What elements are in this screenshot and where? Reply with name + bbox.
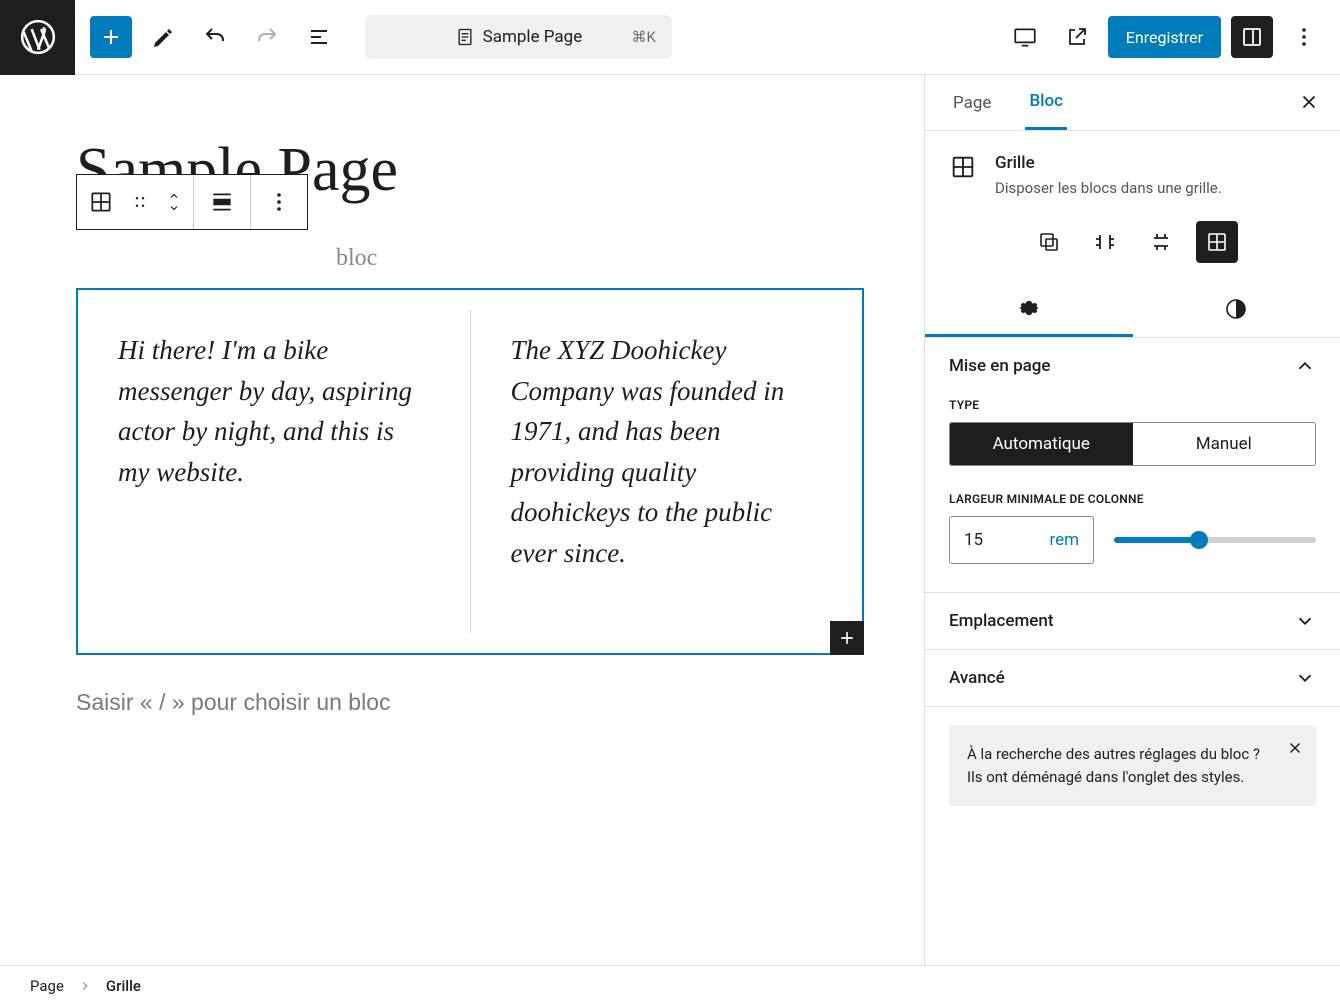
grid-cell[interactable]: The XYZ Doohickey Company was founded in… xyxy=(471,290,863,653)
block-placeholder-text: bloc xyxy=(336,230,864,286)
min-width-label: LARGEUR MINIMALE DE COLONNE xyxy=(949,492,1316,506)
type-label: TYPE xyxy=(949,398,1316,412)
grid-icon xyxy=(949,153,977,197)
styles-hint-notice: À la recherche des autres réglages du bl… xyxy=(949,725,1316,806)
settings-panel-toggle[interactable] xyxy=(1231,16,1273,58)
block-inserter-button[interactable] xyxy=(90,16,132,58)
styles-subtab[interactable] xyxy=(1133,281,1340,337)
drag-handle[interactable] xyxy=(125,175,155,229)
block-options-button[interactable] xyxy=(251,175,307,229)
command-shortcut: ⌘K xyxy=(631,28,655,46)
page-icon xyxy=(455,27,475,47)
transform-stack-button[interactable] xyxy=(1140,221,1182,263)
view-button[interactable] xyxy=(1004,16,1046,58)
redo-button[interactable] xyxy=(246,16,288,58)
document-title: Sample Page xyxy=(483,27,583,47)
grid-cell[interactable]: Hi there! I'm a bike messenger by day, a… xyxy=(78,290,470,653)
gear-icon xyxy=(1016,295,1042,321)
move-buttons[interactable] xyxy=(155,175,193,229)
grid-block[interactable]: Hi there! I'm a bike messenger by day, a… xyxy=(76,288,864,655)
transform-row-button[interactable] xyxy=(1084,221,1126,263)
chevron-up-icon xyxy=(1294,355,1316,377)
editor-canvas[interactable]: Sample Page xyxy=(0,75,924,965)
settings-sidebar: Page Bloc Grille Disposer les blocs dans… xyxy=(924,75,1340,965)
unit-select[interactable]: rem xyxy=(1049,530,1079,550)
options-button[interactable] xyxy=(1283,16,1325,58)
min-column-width-input[interactable]: 15 rem xyxy=(949,516,1094,564)
save-button[interactable]: Enregistrer xyxy=(1108,16,1221,58)
breadcrumb-current[interactable]: Grille xyxy=(106,977,141,995)
type-manual-button[interactable]: Manuel xyxy=(1133,423,1316,465)
dismiss-notice-button[interactable] xyxy=(1286,739,1304,757)
default-block-appender[interactable]: Saisir « / » pour choisir un bloc xyxy=(76,689,864,716)
document-bar[interactable]: Sample Page ⌘K xyxy=(365,15,672,59)
breadcrumb-root[interactable]: Page xyxy=(30,977,64,995)
transform-group-button[interactable] xyxy=(1028,221,1070,263)
append-block-button[interactable] xyxy=(830,621,864,655)
chevron-down-icon xyxy=(1294,610,1316,632)
tab-block[interactable]: Bloc xyxy=(1025,75,1067,130)
block-name: Grille xyxy=(995,153,1222,173)
styles-icon xyxy=(1224,297,1248,321)
chevron-down-icon xyxy=(1294,667,1316,689)
close-sidebar-button[interactable] xyxy=(1298,91,1320,113)
grid-type-control: Automatique Manuel xyxy=(949,422,1316,466)
undo-button[interactable] xyxy=(194,16,236,58)
transform-grid-button[interactable] xyxy=(1196,221,1238,263)
block-toolbar xyxy=(76,174,308,230)
min-column-width-slider[interactable] xyxy=(1114,537,1316,543)
settings-subtab[interactable] xyxy=(925,281,1133,337)
block-description: Disposer les blocs dans une grille. xyxy=(995,179,1222,197)
panel-layout-toggle[interactable]: Mise en page xyxy=(925,338,1340,394)
document-overview-button[interactable] xyxy=(298,16,340,58)
block-type-button[interactable] xyxy=(77,175,125,229)
tools-button[interactable] xyxy=(142,16,184,58)
wordpress-logo[interactable] xyxy=(0,0,75,75)
align-button[interactable] xyxy=(194,175,250,229)
panel-advanced-toggle[interactable]: Avancé xyxy=(925,650,1340,706)
chevron-right-icon xyxy=(78,979,92,993)
block-breadcrumb: Page Grille xyxy=(0,965,1340,1005)
type-auto-button[interactable]: Automatique xyxy=(950,423,1133,465)
panel-position-toggle[interactable]: Emplacement xyxy=(925,593,1340,649)
tab-page[interactable]: Page xyxy=(949,75,995,130)
preview-external-button[interactable] xyxy=(1056,16,1098,58)
